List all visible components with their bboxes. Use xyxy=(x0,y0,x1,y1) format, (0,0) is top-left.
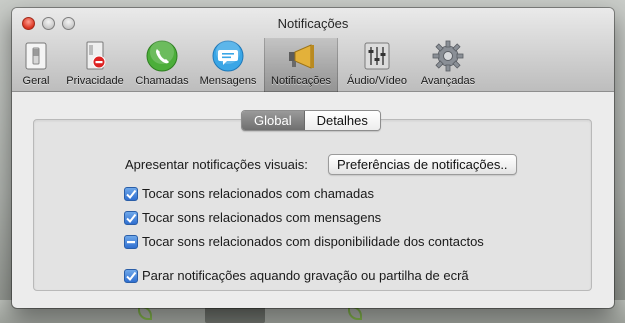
tab-detalhes[interactable]: Detalhes xyxy=(304,111,380,130)
tab-geral-label: Geral xyxy=(22,75,50,87)
tab-privacidade[interactable]: Privacidade xyxy=(61,38,129,92)
option-label: Tocar sons relacionados com disponibilid… xyxy=(142,234,484,249)
tab-mensagens[interactable]: Mensagens xyxy=(196,38,260,92)
option-messages-sounds[interactable]: Tocar sons relacionados com mensagens xyxy=(124,210,381,225)
option-calls-sounds[interactable]: Tocar sons relacionados com chamadas xyxy=(124,186,374,201)
megaphone-icon xyxy=(289,44,314,69)
window-title: Notificações xyxy=(277,16,349,31)
tab-chamadas[interactable]: Chamadas xyxy=(132,38,192,92)
tab-audio-video-label: Áudio/Vídeo xyxy=(347,75,407,87)
checkmark-icon xyxy=(126,213,137,223)
preferences-window: Notificações Geral Privacidade Chamadas … xyxy=(12,8,614,308)
preferences-toolbar: Geral Privacidade Chamadas Mensagens Not… xyxy=(12,38,614,92)
tab-notificacoes[interactable]: Notificações xyxy=(264,38,338,92)
checkbox-mixed[interactable] xyxy=(124,234,138,249)
tab-geral[interactable]: Geral xyxy=(16,38,56,92)
switch-icon xyxy=(25,42,47,70)
tab-notificacoes-label: Notificações xyxy=(271,75,331,87)
settings-group-box xyxy=(33,119,592,291)
checkmark-icon xyxy=(126,189,137,199)
checkbox-checked[interactable] xyxy=(124,268,138,283)
option-stop-notifications-recording[interactable]: Parar notificações aquando gravação ou p… xyxy=(124,268,469,283)
dash-icon xyxy=(127,240,135,243)
option-label: Parar notificações aquando gravação ou p… xyxy=(142,268,469,283)
tab-privacidade-label: Privacidade xyxy=(66,75,124,87)
checkbox-checked[interactable] xyxy=(124,210,138,225)
tab-global[interactable]: Global xyxy=(242,111,305,130)
gear-icon xyxy=(432,40,464,72)
tab-chamadas-label: Chamadas xyxy=(135,75,189,87)
segmented-control: Global Detalhes xyxy=(241,110,381,131)
privacy-icon xyxy=(86,41,106,70)
phone-icon xyxy=(146,40,178,72)
notification-preferences-button[interactable]: Preferências de notificações.. xyxy=(328,154,517,175)
visual-notifications-label: Apresentar notificações visuais: xyxy=(125,157,308,172)
tab-mensagens-label: Mensagens xyxy=(199,75,257,87)
checkmark-icon xyxy=(126,271,137,281)
mixer-icon xyxy=(364,42,390,70)
option-label: Tocar sons relacionados com mensagens xyxy=(142,210,382,225)
tab-audio-video[interactable]: Áudio/Vídeo xyxy=(342,38,412,92)
message-icon xyxy=(212,40,244,72)
tab-avancadas-label: Avançadas xyxy=(420,75,476,87)
option-label: Tocar sons relacionados com chamadas xyxy=(142,186,374,201)
checkbox-checked[interactable] xyxy=(124,186,138,201)
tab-avancadas[interactable]: Avançadas xyxy=(416,38,480,92)
option-availability-sounds[interactable]: Tocar sons relacionados com disponibilid… xyxy=(124,234,484,249)
title-bar: Notificações Geral Privacidade Chamadas … xyxy=(12,8,614,92)
